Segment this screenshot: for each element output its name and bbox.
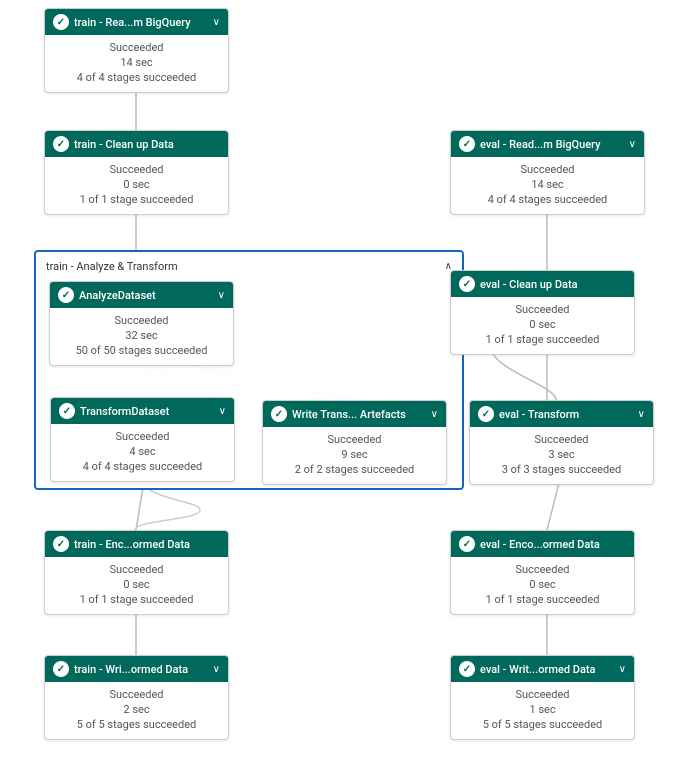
check-icon <box>59 403 75 419</box>
node-train-wri-header: train - Wri...ormed Data ∨ <box>45 656 228 682</box>
chevron-down-icon[interactable]: ∨ <box>638 409 645 420</box>
node-train-readm-bq[interactable]: train - Rea...m BigQuery ∨ Succeeded 14 … <box>44 8 229 93</box>
node-eval-enc-body: Succeeded 0 sec 1 of 1 stage succeeded <box>451 557 634 614</box>
node-train-wri-body: Succeeded 2 sec 5 of 5 stages succeeded <box>45 682 228 739</box>
node-eval-readm-bq[interactable]: eval - Read...m BigQuery ∨ Succeeded 14 … <box>450 130 645 215</box>
node-eval-enc-ormed[interactable]: eval - Enco...ormed Data Succeeded 0 sec… <box>450 530 635 615</box>
chevron-down-icon[interactable]: ∨ <box>218 290 225 301</box>
node-eval-readm-bq-body: Succeeded 14 sec 4 of 4 stages succeeded <box>451 157 644 214</box>
node-train-enc-body: Succeeded 0 sec 1 of 1 stage succeeded <box>45 557 228 614</box>
node-eval-cleanup[interactable]: eval - Clean up Data Succeeded 0 sec 1 o… <box>450 270 635 355</box>
check-icon <box>478 406 494 422</box>
node-analyze-title: AnalyzeDataset <box>79 289 156 302</box>
chevron-down-icon[interactable]: ∨ <box>629 139 636 150</box>
node-eval-writ-header: eval - Writ...ormed Data ∨ <box>451 656 634 682</box>
check-icon <box>53 14 69 30</box>
node-train-cleanup[interactable]: train - Clean up Data Succeeded 0 sec 1 … <box>44 130 229 215</box>
stages-label: 4 of 4 stages succeeded <box>55 71 218 84</box>
node-train-readm-bq-title: train - Rea...m BigQuery <box>74 16 191 29</box>
node-train-wri-title: train - Wri...ormed Data <box>74 663 188 676</box>
node-eval-enc-header: eval - Enco...ormed Data <box>451 531 634 557</box>
node-train-enc-title: train - Enc...ormed Data <box>74 538 190 551</box>
node-analyze-dataset[interactable]: AnalyzeDataset ∨ Succeeded 32 sec 50 of … <box>49 281 234 366</box>
node-train-cleanup-title: train - Clean up Data <box>74 138 174 151</box>
group-header: train - Analyze & Transform ∧ <box>44 260 454 273</box>
node-eval-cleanup-title: eval - Clean up Data <box>480 278 578 291</box>
check-icon <box>459 136 475 152</box>
node-eval-transform[interactable]: eval - Transform ∨ Succeeded 3 sec 3 of … <box>469 400 654 485</box>
node-train-cleanup-body: Succeeded 0 sec 1 of 1 stage succeeded <box>45 157 228 214</box>
node-train-readm-bq-header: train - Rea...m BigQuery ∨ <box>45 9 228 35</box>
node-eval-transform-header: eval - Transform ∨ <box>470 401 653 427</box>
node-eval-readm-bq-title: eval - Read...m BigQuery <box>480 138 601 151</box>
check-icon <box>459 661 475 677</box>
check-icon <box>459 276 475 292</box>
chevron-down-icon[interactable]: ∨ <box>213 664 220 675</box>
chevron-down-icon[interactable]: ∨ <box>619 664 626 675</box>
node-analyze-header: AnalyzeDataset ∨ <box>50 282 233 308</box>
node-eval-enc-title: eval - Enco...ormed Data <box>480 538 600 551</box>
check-icon <box>271 406 287 422</box>
node-transform-dataset[interactable]: TransformDataset ∨ Succeeded 4 sec 4 of … <box>50 397 235 482</box>
chevron-down-icon[interactable]: ∨ <box>431 409 438 420</box>
node-write-trans-header: Write Trans... Artefacts ∨ <box>263 401 446 427</box>
node-eval-transform-body: Succeeded 3 sec 3 of 3 stages succeeded <box>470 427 653 484</box>
node-transform-title: TransformDataset <box>80 405 169 418</box>
check-icon <box>53 536 69 552</box>
node-train-cleanup-header: train - Clean up Data <box>45 131 228 157</box>
node-write-trans-body: Succeeded 9 sec 2 of 2 stages succeeded <box>263 427 446 484</box>
node-train-enc-ormed[interactable]: train - Enc...ormed Data Succeeded 0 sec… <box>44 530 229 615</box>
node-eval-writ-ormed[interactable]: eval - Writ...ormed Data ∨ Succeeded 1 s… <box>450 655 635 740</box>
chevron-down-icon[interactable]: ∨ <box>213 17 220 28</box>
node-transform-body: Succeeded 4 sec 4 of 4 stages succeeded <box>51 424 234 481</box>
status-label: Succeeded <box>55 41 218 54</box>
time-label: 14 sec <box>55 56 218 69</box>
node-eval-writ-body: Succeeded 1 sec 5 of 5 stages succeeded <box>451 682 634 739</box>
node-train-wri-ormed[interactable]: train - Wri...ormed Data ∨ Succeeded 2 s… <box>44 655 229 740</box>
node-eval-cleanup-header: eval - Clean up Data <box>451 271 634 297</box>
check-icon <box>58 287 74 303</box>
check-icon <box>53 661 69 677</box>
check-icon <box>459 536 475 552</box>
node-eval-readm-bq-header: eval - Read...m BigQuery ∨ <box>451 131 644 157</box>
node-eval-transform-title: eval - Transform <box>499 408 579 421</box>
pipeline-canvas: train - Rea...m BigQuery ∨ Succeeded 14 … <box>0 0 680 764</box>
node-train-readm-bq-body: Succeeded 14 sec 4 of 4 stages succeeded <box>45 35 228 92</box>
node-train-enc-header: train - Enc...ormed Data <box>45 531 228 557</box>
node-eval-cleanup-body: Succeeded 0 sec 1 of 1 stage succeeded <box>451 297 634 354</box>
node-write-trans-title: Write Trans... Artefacts <box>292 408 406 421</box>
node-eval-writ-title: eval - Writ...ormed Data <box>480 663 595 676</box>
chevron-down-icon[interactable]: ∨ <box>219 406 226 417</box>
node-write-trans-artefacts[interactable]: Write Trans... Artefacts ∨ Succeeded 9 s… <box>262 400 447 485</box>
check-icon <box>53 136 69 152</box>
node-analyze-body: Succeeded 32 sec 50 of 50 stages succeed… <box>50 308 233 365</box>
node-transform-header: TransformDataset ∨ <box>51 398 234 424</box>
group-title: train - Analyze & Transform <box>46 260 178 273</box>
